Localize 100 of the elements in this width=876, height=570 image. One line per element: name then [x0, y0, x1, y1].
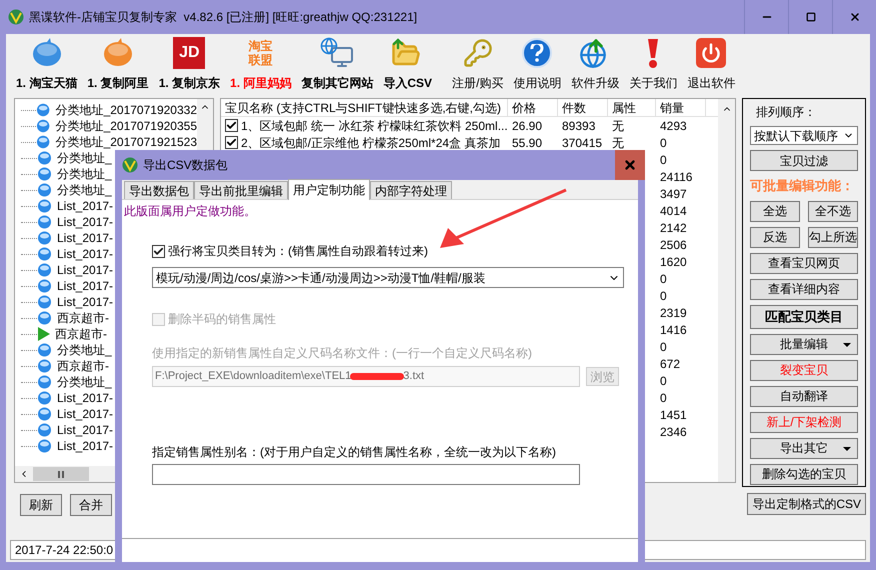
app-icon — [8, 9, 24, 25]
panel-button[interactable]: 查看详细内容 — [750, 278, 858, 300]
dialog-title: 导出CSV数据包 — [143, 157, 228, 174]
tree-item[interactable]: 分类地址_ — [57, 149, 112, 167]
tab[interactable]: 导出前批里编辑 — [194, 181, 288, 199]
column-header[interactable]: 销量 — [656, 99, 706, 116]
panel-button[interactable]: 反选 — [750, 226, 800, 248]
globe-icon — [37, 231, 52, 245]
globe-icon — [37, 183, 52, 197]
tab[interactable]: 用户定制功能 — [288, 179, 370, 200]
bottom-button[interactable]: 合并 — [70, 494, 112, 516]
table-cell: 0 — [660, 152, 667, 166]
table-cell: 4293 — [660, 118, 687, 132]
exclamation-icon — [646, 37, 660, 69]
category-select[interactable]: 模玩/动漫/周边/cos/桌游>>卡通/动漫周边>>动漫T恤/鞋帽/服装 — [152, 267, 624, 288]
close-icon — [848, 11, 860, 23]
tree-item[interactable]: List_2017- — [57, 293, 114, 311]
tree-item[interactable]: 分类地址_2017071921523 — [56, 133, 197, 151]
tree-item[interactable]: List_2017- — [57, 261, 114, 279]
toolbar-button[interactable]: 导入CSV — [379, 36, 436, 92]
tree-item[interactable]: List_2017- — [57, 229, 114, 247]
toolbar-button[interactable]: 1. 复制阿里 — [83, 36, 153, 92]
close-button[interactable] — [615, 150, 645, 180]
toolbar-button[interactable]: 关于我们 — [625, 36, 682, 92]
keys-icon — [462, 38, 493, 68]
tree-item[interactable]: List_2017- — [57, 437, 114, 455]
tree-item[interactable]: 分类地址_2017071920355 — [56, 117, 197, 135]
column-header[interactable]: 属性 — [608, 99, 656, 116]
table-cell: 0 — [660, 272, 667, 286]
sort-select[interactable]: 按默认下载顺序 — [750, 126, 858, 145]
toolbar-button[interactable]: 退出软件 — [683, 36, 740, 92]
tree-item[interactable]: 西京超市- — [57, 309, 109, 327]
tree-item[interactable]: 分类地址_ — [57, 181, 112, 199]
logo-icon: JD — [173, 37, 206, 69]
toolbar-button[interactable]: 注册/购买 — [448, 36, 508, 92]
panel-button[interactable]: 勾上所选 — [808, 226, 858, 248]
table-cell: 24116 — [660, 170, 692, 184]
scroll-thumb[interactable] — [33, 467, 89, 481]
globe-icon — [37, 423, 52, 437]
panel-button[interactable]: 导出其它 — [750, 438, 858, 458]
play-icon — [37, 327, 50, 341]
bubble-icon — [30, 38, 63, 68]
table-cell: 2142 — [660, 220, 687, 234]
globe-icon — [37, 247, 52, 261]
tree-item[interactable]: List_2017- — [57, 213, 114, 231]
table-cell: 1416 — [660, 322, 687, 336]
table-cell: 1451 — [660, 408, 687, 422]
toolbar-button[interactable]: 使用说明 — [509, 36, 566, 92]
toolbar-button[interactable]: 1. 淘宝天猫 — [12, 36, 82, 92]
redaction-mark — [350, 373, 404, 380]
panel-button[interactable]: 全不选 — [808, 200, 858, 222]
checkbox[interactable] — [152, 244, 165, 258]
column-header[interactable]: 价格 — [508, 99, 558, 116]
checkbox[interactable] — [225, 119, 238, 132]
tree-item[interactable]: 西京超市- — [57, 357, 109, 375]
tab[interactable]: 内部字符处理 — [370, 181, 452, 199]
panel-button[interactable]: 宝贝过滤 — [750, 150, 858, 171]
panel-note: 此版面属用户定做功能。 — [124, 203, 257, 220]
maximize-icon — [806, 12, 816, 22]
tree-item[interactable]: 西京超市- — [55, 325, 107, 343]
table-cell: 无 — [612, 136, 624, 150]
tree-item[interactable]: 分类地址_ — [57, 341, 112, 359]
checkbox-label: 强行将宝贝类目转为：(销售属性自动跟着转过来) — [168, 243, 428, 260]
panel-button[interactable]: 查看宝贝网页 — [750, 252, 858, 274]
panel-button[interactable]: 自动翻译 — [750, 386, 858, 406]
table-cell: 3497 — [660, 186, 687, 200]
tree-item[interactable]: List_2017- — [57, 245, 114, 263]
tree-item[interactable]: List_2017- — [57, 197, 114, 215]
alias-field[interactable] — [152, 464, 580, 485]
file-label: 使用指定的新销售属性自定义尺码名称文件：(一行一个自定义尺码名称) — [152, 345, 533, 362]
toolbar-button[interactable]: 软件升级 — [567, 36, 624, 92]
tree-item[interactable]: List_2017- — [57, 421, 114, 439]
table-cell: 370415 — [562, 136, 602, 150]
checkbox[interactable] — [225, 136, 238, 149]
panel-button[interactable]: 批量编辑 — [750, 334, 858, 354]
table-cell-text: 2、区域包邮/正宗维他 柠檬茶250ml*24盒 真茶加 — [241, 134, 500, 152]
globe-icon — [37, 279, 52, 293]
toolbar-button[interactable]: 复制其它网站 — [297, 36, 378, 92]
panel-button[interactable]: 删除勾选的宝贝 — [750, 464, 858, 484]
caret-icon — [843, 342, 851, 346]
tab[interactable]: 导出数据包 — [124, 181, 194, 199]
bottom-button[interactable]: 刷新 — [20, 494, 62, 516]
table-cell: 2506 — [660, 238, 687, 252]
export-csv-button[interactable]: 导出定制格式的CSV — [747, 493, 866, 515]
tree-item[interactable]: 分类地址_2017071920332 — [56, 101, 197, 119]
toolbar-button[interactable]: 淘宝 联盟 1. 阿里妈妈 — [226, 36, 296, 92]
panel-button[interactable]: 全选 — [750, 200, 800, 222]
tree-item[interactable]: 分类地址_ — [57, 165, 112, 183]
table-cell: 4014 — [660, 204, 687, 218]
vertical-scrollbar[interactable] — [718, 99, 735, 482]
toolbar-button[interactable]: JD 1. 复制京东 — [154, 36, 224, 92]
tree-item[interactable]: 分类地址_ — [57, 373, 112, 391]
tree-item[interactable]: List_2017- — [57, 389, 114, 407]
panel-button[interactable]: 匹配宝贝类目 — [750, 304, 858, 328]
file-path-field[interactable]: F:\Project_EXE\downloaditem\exe\TEL1 3.txt — [152, 366, 580, 387]
table-cell: 2346 — [660, 424, 687, 438]
column-header[interactable]: 件数 — [558, 99, 608, 116]
tree-item[interactable]: List_2017- — [57, 277, 114, 295]
tree-item[interactable]: List_2017- — [57, 405, 114, 423]
column-header[interactable]: 宝贝名称 (支持CTRL与SHIFT键快速多选,右键,勾选) — [221, 99, 508, 116]
